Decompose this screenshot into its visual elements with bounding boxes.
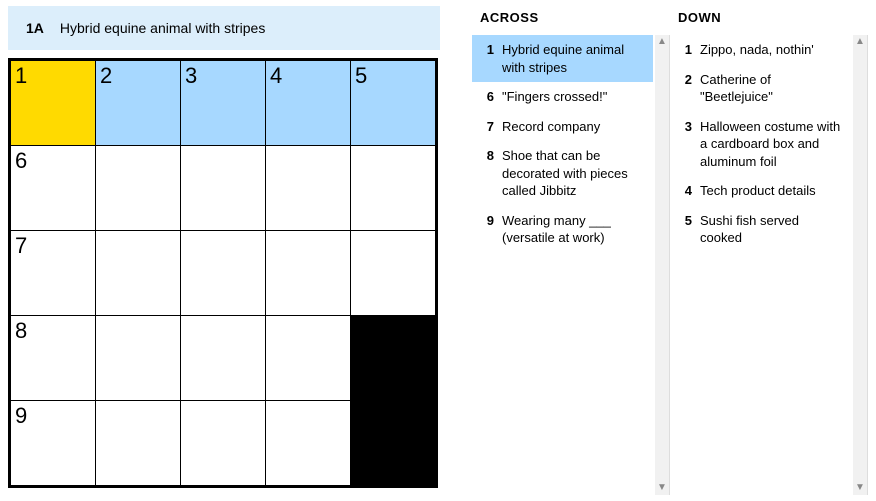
clue-item-down-4[interactable]: 4Tech product details xyxy=(670,176,851,206)
across-header: ACROSS xyxy=(472,6,670,33)
cell-number: 6 xyxy=(15,148,27,174)
clue-text: Tech product details xyxy=(700,182,843,200)
clue-item-down-3[interactable]: 3Halloween costume with a cardboard box … xyxy=(670,112,851,177)
grid-cell[interactable]: 4 xyxy=(266,61,350,145)
clue-number: 1 xyxy=(678,41,700,59)
clue-text: Wearing many ___ (versatile at work) xyxy=(502,212,645,247)
clue-item-down-5[interactable]: 5Sushi fish served cooked xyxy=(670,206,851,253)
clue-text: Catherine of "Beetlejuice" xyxy=(700,71,843,106)
grid-cell[interactable] xyxy=(96,146,180,230)
clue-number: 3 xyxy=(678,118,700,171)
clue-number: 8 xyxy=(480,147,502,200)
scroll-up-icon[interactable]: ▲ xyxy=(657,37,667,47)
cell-number: 8 xyxy=(15,318,27,344)
clue-number: 6 xyxy=(480,88,502,106)
clue-item-down-1[interactable]: 1Zippo, nada, nothin' xyxy=(670,35,851,65)
clue-item-down-2[interactable]: 2Catherine of "Beetlejuice" xyxy=(670,65,851,112)
current-clue-text: Hybrid equine animal with stripes xyxy=(60,20,265,36)
grid-cell[interactable] xyxy=(266,316,350,400)
clue-item-across-6[interactable]: 6"Fingers crossed!" xyxy=(472,82,653,112)
grid-cell[interactable]: 7 xyxy=(11,231,95,315)
current-clue-label: 1A xyxy=(26,20,44,36)
clue-lists: ACROSS 1Hybrid equine animal with stripe… xyxy=(440,6,868,495)
clue-text: Shoe that can be decorated with pieces c… xyxy=(502,147,645,200)
clue-text: Zippo, nada, nothin' xyxy=(700,41,843,59)
grid-cell[interactable] xyxy=(96,231,180,315)
cell-number: 1 xyxy=(15,63,27,89)
scroll-up-icon[interactable]: ▲ xyxy=(855,37,865,47)
down-list: DOWN 1Zippo, nada, nothin'2Catherine of … xyxy=(670,6,868,495)
clue-number: 5 xyxy=(678,212,700,247)
puzzle-panel: 1A Hybrid equine animal with stripes 1 2 3… xyxy=(8,6,440,495)
clue-number: 9 xyxy=(480,212,502,247)
grid-cell[interactable] xyxy=(181,316,265,400)
clue-text: "Fingers crossed!" xyxy=(502,88,645,106)
clue-text: Halloween costume with a cardboard box a… xyxy=(700,118,843,171)
grid-cell[interactable] xyxy=(266,401,350,485)
clue-item-across-7[interactable]: 7Record company xyxy=(472,112,653,142)
clue-item-across-8[interactable]: 8Shoe that can be decorated with pieces … xyxy=(472,141,653,206)
cell-number: 7 xyxy=(15,233,27,259)
grid-cell[interactable]: 2 xyxy=(96,61,180,145)
clue-item-across-9[interactable]: 9Wearing many ___ (versatile at work) xyxy=(472,206,653,253)
grid-cell[interactable]: 3 xyxy=(181,61,265,145)
clue-number: 1 xyxy=(480,41,502,76)
clue-text: Sushi fish served cooked xyxy=(700,212,843,247)
grid-cell[interactable] xyxy=(351,146,435,230)
grid-cell[interactable]: 9 xyxy=(11,401,95,485)
grid-cell[interactable] xyxy=(181,231,265,315)
cell-number: 5 xyxy=(355,63,367,89)
grid-cell[interactable] xyxy=(181,146,265,230)
scroll-down-icon[interactable]: ▼ xyxy=(657,483,667,493)
cell-number: 3 xyxy=(185,63,197,89)
grid-cell[interactable] xyxy=(96,401,180,485)
grid-cell[interactable] xyxy=(351,231,435,315)
grid-cell[interactable] xyxy=(96,316,180,400)
down-header: DOWN xyxy=(670,6,868,33)
grid-cell[interactable] xyxy=(181,401,265,485)
down-scrollbar[interactable]: ▲ ▼ xyxy=(853,35,867,495)
grid-cell[interactable] xyxy=(266,146,350,230)
cell-number: 9 xyxy=(15,403,27,429)
grid-cell[interactable]: 5 xyxy=(351,61,435,145)
clue-number: 7 xyxy=(480,118,502,136)
scroll-down-icon[interactable]: ▼ xyxy=(855,483,865,493)
grid-cell[interactable] xyxy=(266,231,350,315)
clue-number: 4 xyxy=(678,182,700,200)
current-clue-bar[interactable]: 1A Hybrid equine animal with stripes xyxy=(8,6,440,50)
grid-cell-black xyxy=(351,401,435,485)
cell-number: 4 xyxy=(270,63,282,89)
cell-number: 2 xyxy=(100,63,112,89)
across-scrollbar[interactable]: ▲ ▼ xyxy=(655,35,669,495)
grid-cell[interactable]: 8 xyxy=(11,316,95,400)
clue-item-across-1[interactable]: 1Hybrid equine animal with stripes xyxy=(472,35,653,82)
crossword-grid[interactable]: 1 2 3 4 5 6 7 8 9 xyxy=(8,58,438,488)
grid-cell-black xyxy=(351,316,435,400)
clue-text: Record company xyxy=(502,118,645,136)
grid-cell[interactable]: 1 xyxy=(11,61,95,145)
across-list: ACROSS 1Hybrid equine animal with stripe… xyxy=(472,6,670,495)
grid-cell[interactable]: 6 xyxy=(11,146,95,230)
clue-text: Hybrid equine animal with stripes xyxy=(502,41,645,76)
clue-number: 2 xyxy=(678,71,700,106)
